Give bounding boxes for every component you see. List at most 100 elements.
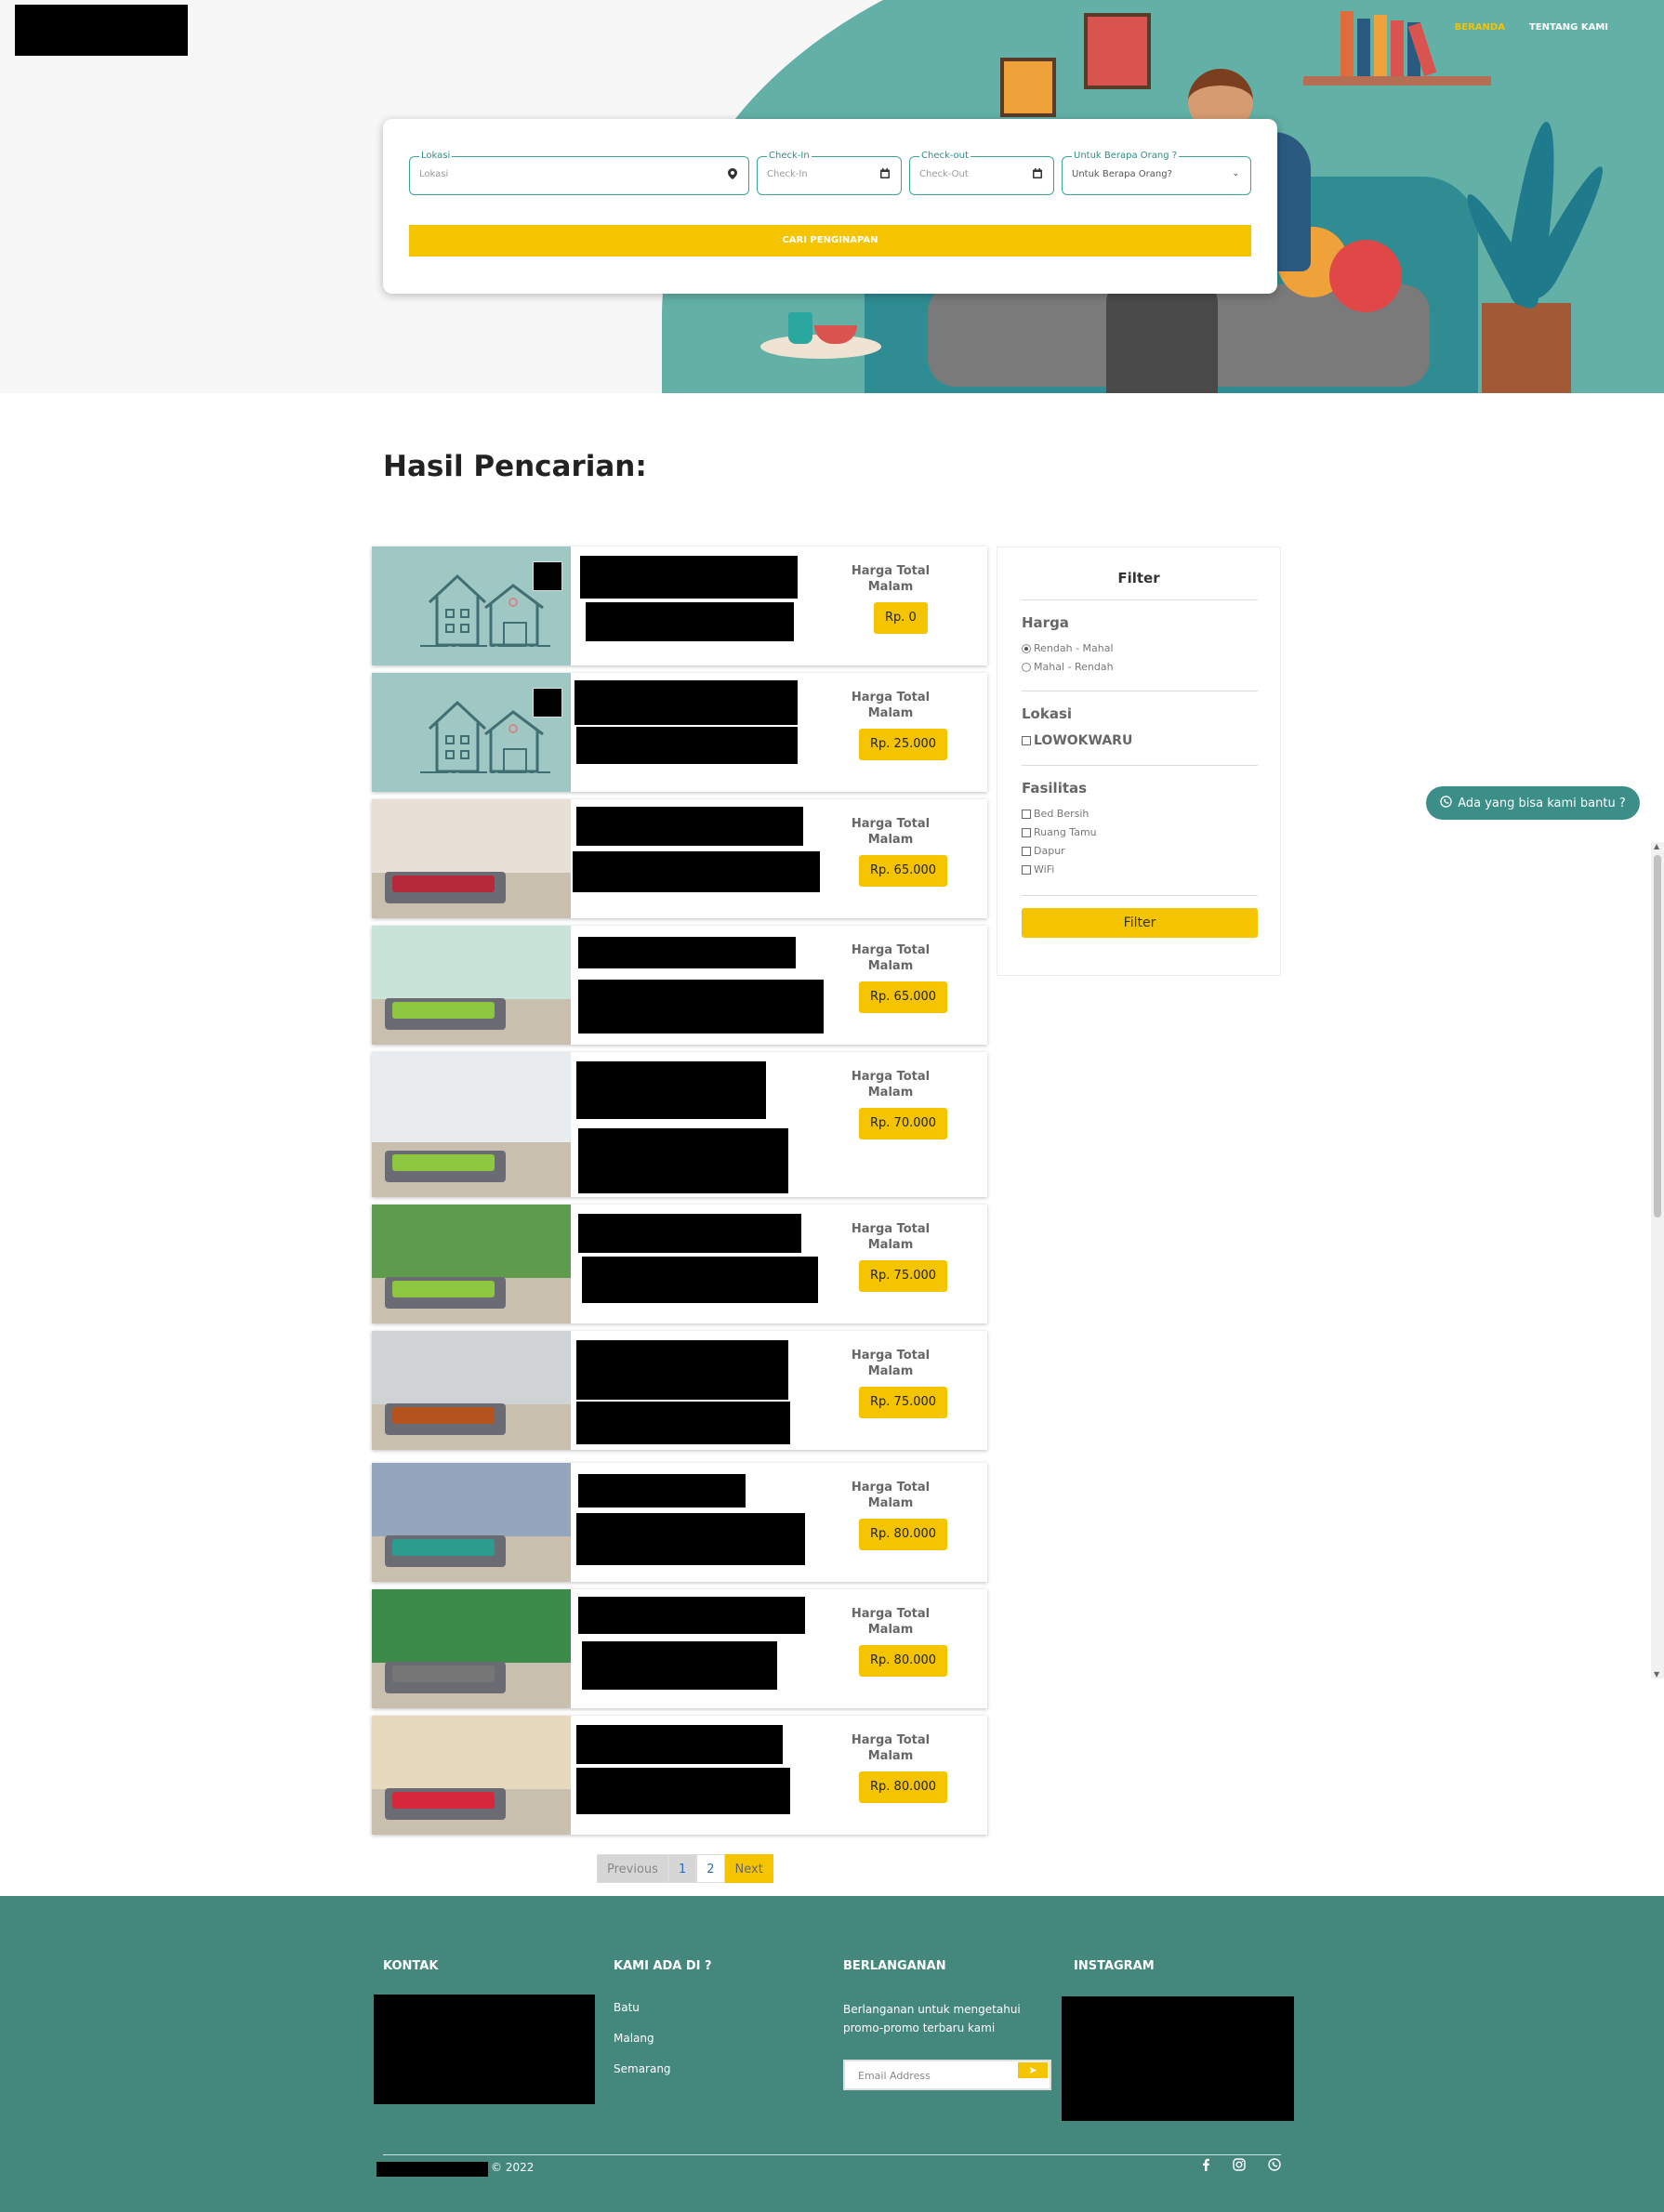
price-label-line2: Malam xyxy=(867,1086,914,1099)
scroll-down-icon[interactable]: ▼ xyxy=(1654,1670,1659,1679)
results-title: Hasil Pencarian: xyxy=(383,450,647,483)
price-label-line2: Malam xyxy=(867,580,914,594)
price-button[interactable]: Rp. 75.000 xyxy=(859,1387,948,1418)
result-card[interactable]: Harga Total Malam Rp. 65.000 xyxy=(372,926,987,1045)
checkin-field[interactable]: Check-In Check-In xyxy=(757,150,902,195)
result-card[interactable]: Harga Total Malam Rp. 80.000 xyxy=(372,1589,987,1708)
result-thumbnail[interactable] xyxy=(372,1331,571,1450)
price-button[interactable]: Rp. 80.000 xyxy=(859,1645,948,1677)
whatsapp-chat-button[interactable]: Ada yang bisa kami bantu ? xyxy=(1426,786,1640,820)
guests-value[interactable]: Untuk Berapa Orang? xyxy=(1072,169,1172,179)
result-card[interactable]: Harga Total Malam Rp. 25.000 xyxy=(372,673,987,792)
redacted-listing-text xyxy=(578,1474,746,1508)
facility-option-kitchen[interactable]: Dapur xyxy=(1022,845,1065,857)
pagination-page-2[interactable]: 2 xyxy=(696,1854,725,1883)
pillow-illustration xyxy=(1329,240,1402,312)
result-card[interactable]: Harga Total Malam Rp. 75.000 xyxy=(372,1331,987,1450)
result-thumbnail[interactable] xyxy=(372,1463,571,1582)
instagram-feed[interactable] xyxy=(1062,1996,1294,2121)
facility-option-bed[interactable]: Bed Bersih xyxy=(1022,808,1089,820)
location-option-lowokwaru[interactable]: LOWOKWARU xyxy=(1022,733,1132,748)
price-label-line2: Malam xyxy=(867,833,914,847)
redacted-listing-text xyxy=(586,602,794,641)
redacted-listing-text xyxy=(574,680,798,725)
price-sort-option-high-low[interactable]: Mahal - Rendah xyxy=(1022,661,1114,673)
chevron-down-icon: ⌄ xyxy=(1232,169,1239,178)
facebook-icon[interactable] xyxy=(1201,2158,1210,2175)
wall-frame-illustration xyxy=(1084,13,1151,89)
price-button[interactable]: Rp. 80.000 xyxy=(859,1519,948,1550)
price-button[interactable]: Rp. 65.000 xyxy=(859,855,948,887)
result-card[interactable]: Harga Total Malam Rp. 0 xyxy=(372,546,987,665)
nav-about-link[interactable]: TENTANG KAMI xyxy=(1529,22,1608,33)
site-logo[interactable] xyxy=(15,5,188,56)
result-thumbnail[interactable] xyxy=(372,1716,571,1835)
apply-filter-button[interactable]: Filter xyxy=(1022,908,1258,938)
price-label: Harga Total Malam xyxy=(835,816,946,848)
search-button[interactable]: CARI PENGINAPAN xyxy=(409,225,1251,257)
footer-location-link[interactable]: Batu xyxy=(614,2001,640,2014)
checkout-input[interactable]: Check-Out xyxy=(919,169,969,179)
facility-option-living-room[interactable]: Ruang Tamu xyxy=(1022,826,1097,838)
radio-icon[interactable] xyxy=(1022,662,1031,672)
location-field[interactable]: Lokasi Lokasi xyxy=(409,150,749,195)
redacted-listing-text xyxy=(576,727,798,764)
location-input[interactable]: Lokasi xyxy=(419,169,448,179)
result-thumbnail[interactable] xyxy=(372,1205,571,1323)
checkbox-icon[interactable] xyxy=(1022,846,1031,856)
guests-select[interactable]: Untuk Berapa Orang ? Untuk Berapa Orang?… xyxy=(1062,150,1251,195)
footer-location-link[interactable]: Semarang xyxy=(614,2062,671,2075)
price-button[interactable]: Rp. 70.000 xyxy=(859,1108,948,1139)
footer-contact-heading: KONTAK xyxy=(383,1959,439,1973)
result-thumbnail[interactable] xyxy=(372,1052,571,1197)
price-button[interactable]: Rp. 65.000 xyxy=(859,981,948,1013)
price-button[interactable]: Rp. 75.000 xyxy=(859,1260,948,1292)
result-thumbnail[interactable] xyxy=(372,926,571,1045)
price-button[interactable]: Rp. 80.000 xyxy=(859,1771,948,1803)
footer-location-link[interactable]: Malang xyxy=(614,2032,654,2045)
checkin-input[interactable]: Check-In xyxy=(767,169,808,179)
subscribe-email-input[interactable]: Email Address ➤ xyxy=(843,2060,1051,2090)
checkbox-icon[interactable] xyxy=(1022,864,1031,875)
scrollbar[interactable]: ▲ ▼ xyxy=(1651,842,1664,1679)
checkout-field[interactable]: Check-out Check-Out xyxy=(909,150,1054,195)
price-button[interactable]: Rp. 25.000 xyxy=(859,729,948,760)
hero-section: BERANDA TENTANG KAMI Lokasi Lokasi Check… xyxy=(0,0,1664,393)
result-thumbnail[interactable] xyxy=(372,673,571,792)
price-label-line1: Harga Total xyxy=(851,691,931,704)
facility-option-label: Ruang Tamu xyxy=(1034,826,1097,838)
radio-selected-icon[interactable] xyxy=(1022,643,1031,653)
room-wall xyxy=(372,1716,571,1790)
bed-cover-illustration xyxy=(392,1792,495,1809)
result-card[interactable]: Harga Total Malam Rp. 75.000 xyxy=(372,1205,987,1323)
scrollbar-thumb[interactable] xyxy=(1654,855,1661,1218)
whatsapp-icon[interactable] xyxy=(1268,2158,1281,2175)
redacted-listing-text xyxy=(578,1128,788,1193)
pagination-page-1[interactable]: 1 xyxy=(667,1854,697,1883)
result-thumbnail[interactable] xyxy=(372,546,571,665)
nav-home-link[interactable]: BERANDA xyxy=(1455,22,1505,33)
bed-cover-illustration xyxy=(392,1407,495,1424)
send-icon[interactable]: ➤ xyxy=(1018,2062,1048,2078)
price-label-line2: Malam xyxy=(867,706,914,720)
facility-option-wifi[interactable]: WiFi xyxy=(1022,863,1054,876)
price-label-line1: Harga Total xyxy=(851,1607,931,1621)
result-card[interactable]: Harga Total Malam Rp. 80.000 xyxy=(372,1716,987,1835)
result-thumbnail[interactable] xyxy=(372,1589,571,1708)
checkbox-icon[interactable] xyxy=(1022,827,1031,837)
price-label: Harga Total Malam xyxy=(835,690,946,721)
instagram-icon[interactable] xyxy=(1233,2158,1246,2175)
price-sort-option-low-high[interactable]: Rendah - Mahal xyxy=(1022,642,1114,654)
room-wall xyxy=(372,1052,571,1142)
result-thumbnail[interactable] xyxy=(372,799,571,918)
scroll-up-icon[interactable]: ▲ xyxy=(1654,842,1659,850)
result-card[interactable]: Harga Total Malam Rp. 70.000 xyxy=(372,1052,987,1197)
price-button[interactable]: Rp. 0 xyxy=(874,602,928,634)
result-card[interactable]: Harga Total Malam Rp. 80.000 xyxy=(372,1463,987,1582)
pagination-previous[interactable]: Previous xyxy=(597,1854,668,1883)
checkbox-icon[interactable] xyxy=(1022,736,1031,745)
result-card[interactable]: Harga Total Malam Rp. 65.000 xyxy=(372,799,987,918)
pagination-next[interactable]: Next xyxy=(724,1854,773,1883)
facility-option-label: Dapur xyxy=(1034,845,1065,857)
checkbox-icon[interactable] xyxy=(1022,809,1031,819)
